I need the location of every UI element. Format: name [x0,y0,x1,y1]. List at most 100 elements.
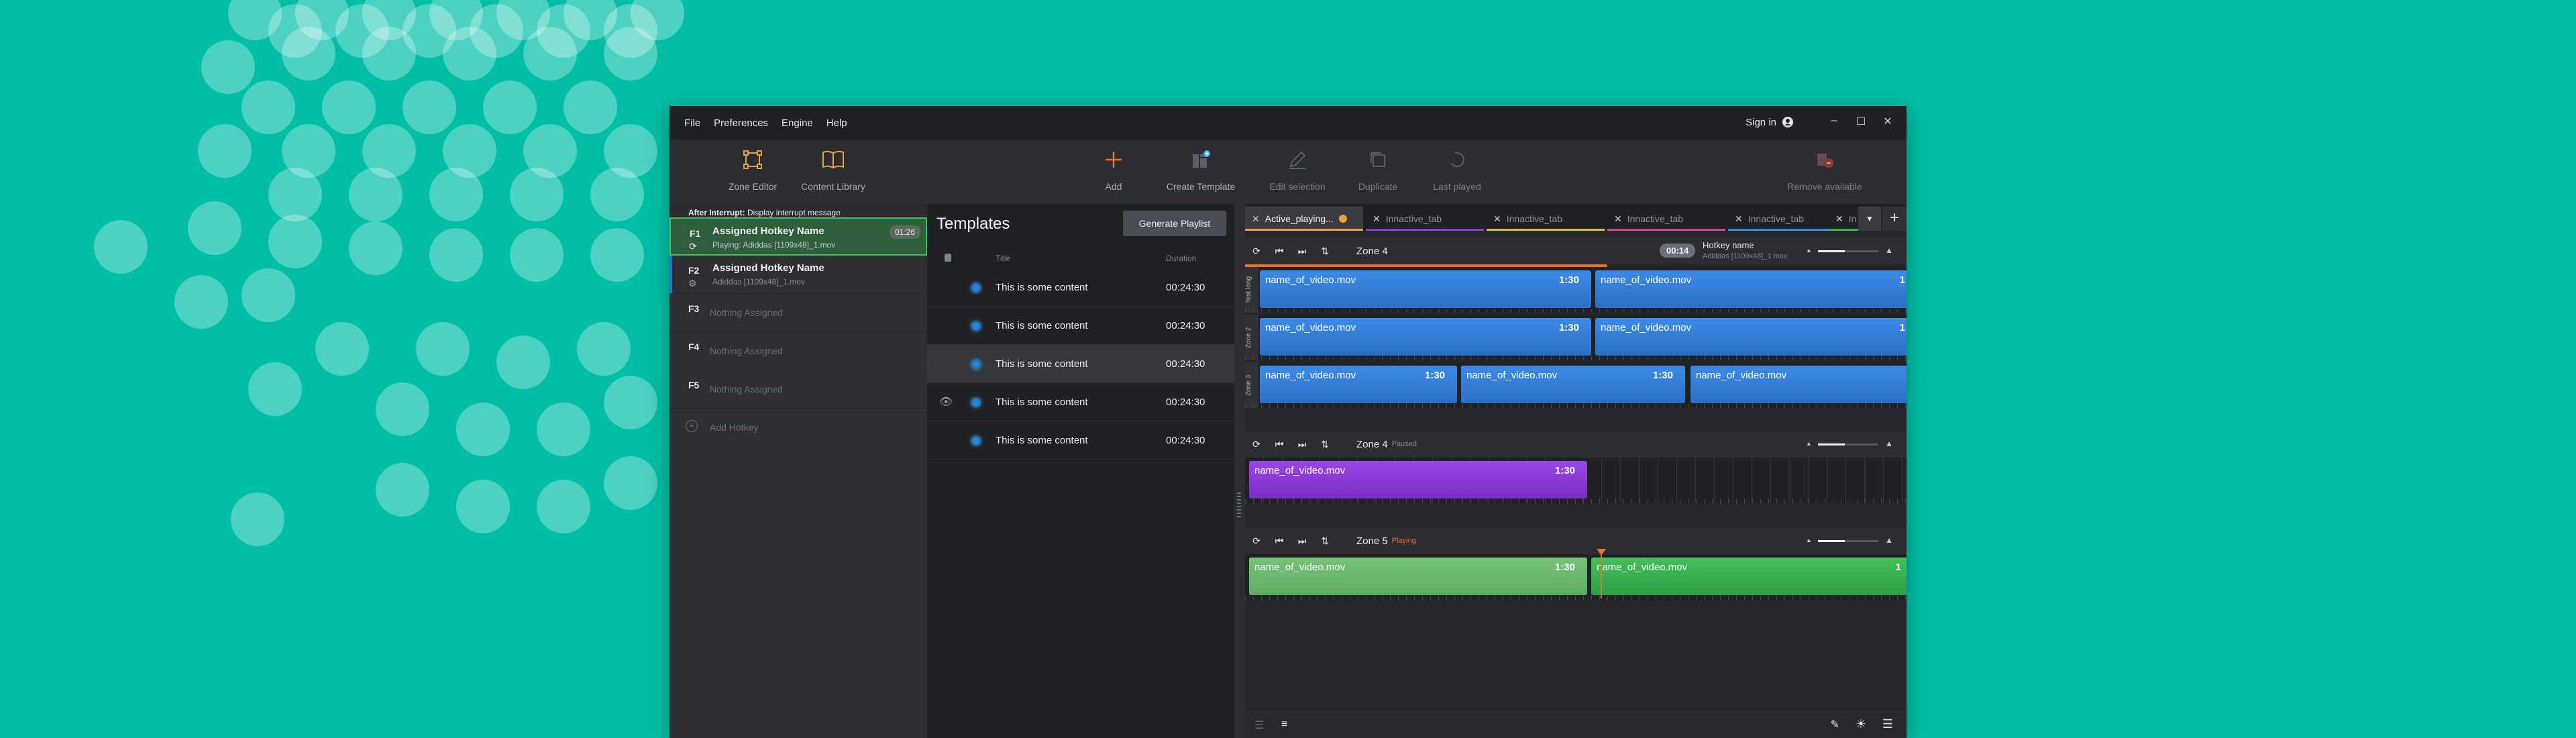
close-icon[interactable]: ✕ [1880,115,1896,128]
menu-bar: File Preferences Engine Help [669,106,1907,140]
playhead-marker-icon[interactable] [1597,549,1606,556]
template-row[interactable]: This is some content 00:24:30 [927,268,1234,307]
content-library-button[interactable]: Content Library [786,148,880,192]
video-clip[interactable]: name_of_video.mov 1 [1595,318,1907,356]
last-played-button[interactable]: Last played [1410,148,1504,192]
loop-icon[interactable]: ⟳ [1245,439,1268,450]
content-icon [971,436,981,445]
video-clip[interactable]: name_of_video.mov 1:30 [1260,270,1591,308]
volume-high-icon: ▲ [1885,439,1893,448]
pin-icon[interactable]: ✎ [1831,718,1839,731]
template-icon [1193,150,1210,168]
add-hotkey-button[interactable]: + Add Hotkey [669,409,927,447]
skip-forward-icon[interactable]: ⏭ [1291,246,1313,257]
hotkey-key: F2 [688,265,700,276]
menu-preferences[interactable]: Preferences [714,117,768,129]
close-tab-icon[interactable]: ✕ [1373,213,1381,225]
tab-inactive[interactable]: ✕ Innactive_tab [1487,207,1605,231]
volume-low-icon: ▲ [1806,440,1812,447]
volume-fill [1818,250,1845,252]
toolbar: Zone Editor Content Library Add Create T… [669,140,1907,204]
skip-back-icon[interactable]: ⏮ [1268,535,1291,547]
video-clip[interactable]: name_of_video.mov 1:30 [1260,366,1457,403]
add-button[interactable]: Add [1067,148,1161,192]
add-tab-icon[interactable]: + [1882,207,1907,231]
hotkey-file-label: Adiddas [1109x48]_1.mov [1703,252,1788,260]
tab-inactive[interactable]: ✕ Innactive_tab [1607,207,1725,231]
template-row[interactable]: 👁 This is some content 00:24:30 [927,383,1234,421]
video-clip[interactable]: name_of_video.mov 1:30 [1260,318,1591,356]
menu-help[interactable]: Help [826,117,847,129]
hotkey-f1[interactable]: F1 ⟳ Assigned Hotkey Name Playing: Adidd… [669,217,927,256]
zone-editor-button[interactable]: Zone Editor [706,148,800,192]
eye-icon[interactable]: 👁 [939,395,953,409]
tab-inactive[interactable]: ✕ In [1829,207,1858,231]
skip-forward-icon[interactable]: ⏭ [1291,535,1313,547]
app-window: File Preferences Engine Help Sign in – ☐… [669,106,1907,738]
video-clip[interactable]: name_of_video.mov 1:30 [1461,366,1685,403]
template-title: This is some content [996,282,1088,293]
hotkey-f3[interactable]: F3 Nothing Assigned [669,294,927,332]
video-clip[interactable]: name_of_video.mov 1:30 [1249,558,1587,595]
tab-inactive[interactable]: ✕ Innactive_tab [1728,207,1829,231]
hotkey-f5[interactable]: F5 Nothing Assigned [669,370,927,409]
remove-available-button[interactable]: Remove available [1778,148,1872,192]
template-row[interactable]: This is some content 00:24:30 [927,345,1234,383]
skip-forward-icon[interactable]: ⏭ [1291,439,1313,450]
close-tab-icon[interactable]: ✕ [1252,213,1260,225]
hotkey-f4[interactable]: F4 Nothing Assigned [669,332,927,370]
sign-in-button[interactable]: Sign in [1746,116,1794,128]
clip-name: name_of_video.mov [1254,562,1346,573]
maximize-icon[interactable]: ☐ [1853,115,1869,128]
skip-back-icon[interactable]: ⏮ [1268,439,1291,450]
video-clip[interactable]: name_of_video.mov [1690,366,1907,403]
volume-slider[interactable]: ▲ ▲ [1806,535,1893,545]
loop-icon[interactable]: ⟳ [1245,246,1268,257]
loop-icon[interactable]: ⟳ [1245,535,1268,547]
shuffle-icon[interactable]: ⇅ [1313,439,1336,450]
menu-engine[interactable]: Engine [782,117,813,129]
close-tab-icon[interactable]: ✕ [1614,213,1622,225]
video-clip[interactable]: name_of_video.mov 1 [1595,270,1907,308]
hotkey-f2[interactable]: F2 ⚙ Assigned Hotkey Name Adiddas [1109x… [669,256,927,294]
volume-fill [1818,443,1845,445]
create-template-button[interactable]: Create Template [1154,148,1248,192]
volume-slider[interactable]: ▲ ▲ [1806,246,1893,255]
video-clip[interactable]: name_of_video.mov 1:30 [1249,461,1587,498]
volume-slider[interactable]: ▲ ▲ [1806,439,1893,448]
templates-header: Title Duration [927,248,1234,268]
hotkey-empty: Nothing Assigned [710,346,783,356]
close-tab-icon[interactable]: ✕ [1735,213,1743,225]
tab-active-playing[interactable]: ✕ Active_playing... [1245,207,1363,231]
clip-name: name_of_video.mov [1601,322,1692,333]
menu-icon[interactable]: ☰ [1882,717,1893,731]
minimize-icon[interactable]: – [1826,115,1842,127]
playhead[interactable] [1597,549,1606,598]
shuffle-icon[interactable]: ⇅ [1313,246,1336,257]
edit-selection-button[interactable]: Edit selection [1250,148,1344,192]
timeline-ticks [1245,499,1907,503]
tab-overflow-chevron-icon[interactable]: ▼ [1858,207,1881,231]
menu-file[interactable]: File [684,117,700,129]
hotkey-name-label: Hotkey name [1703,240,1754,250]
drag-handle-icon[interactable] [1237,492,1241,519]
list-view-icon[interactable]: ☰ [1254,719,1264,732]
shuffle-icon[interactable]: ⇅ [1313,535,1336,547]
template-row[interactable]: This is some content 00:24:30 [927,307,1234,345]
skip-back-icon[interactable]: ⏮ [1268,246,1291,257]
tab-inactive[interactable]: ✕ Innactive_tab [1366,207,1484,231]
align-left-icon[interactable]: ≡ [1281,719,1287,731]
edit-selection-label: Edit selection [1269,181,1326,192]
template-row[interactable]: This is some content 00:24:30 [927,421,1234,460]
hotkey-time-badge: 01:26 [889,225,920,239]
close-tab-icon[interactable]: ✕ [1493,213,1501,225]
hotkeys-panel: After Interrupt: Display interrupt messa… [669,204,927,738]
close-tab-icon[interactable]: ✕ [1835,213,1843,225]
panel-splitter[interactable] [1234,204,1245,738]
pencil-icon [1289,151,1306,169]
brightness-icon[interactable]: ☀ [1856,717,1866,731]
generate-playlist-button[interactable]: Generate Playlist [1123,211,1226,236]
video-clip[interactable]: name_of_video.mov 1 [1591,558,1907,595]
duplicate-label: Duplicate [1358,181,1398,192]
interrupt-setting[interactable]: After Interrupt: Display interrupt messa… [669,204,927,217]
